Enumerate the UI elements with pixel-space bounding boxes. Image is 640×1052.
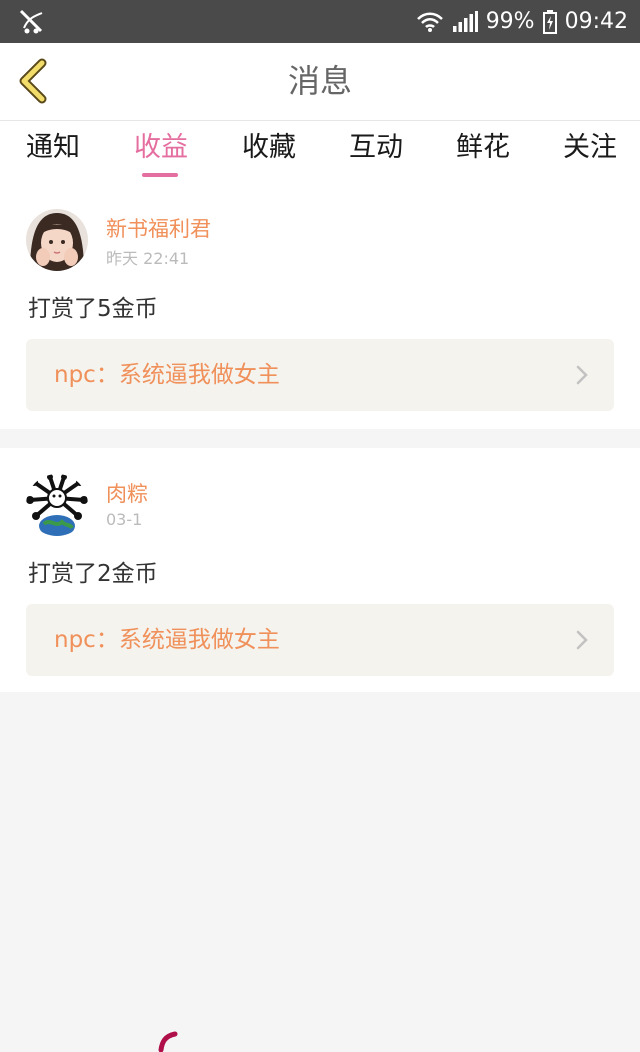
wifi-icon: [416, 12, 443, 32]
book-link[interactable]: npc：系统逼我做女主: [26, 339, 614, 411]
message-card: 新书福利君 昨天 22:41 打赏了5金币 npc：系统逼我做女主: [0, 183, 640, 429]
username[interactable]: 新书福利君: [106, 213, 211, 243]
decorative-mark: [158, 1031, 178, 1052]
chevron-right-icon: [576, 365, 588, 385]
username[interactable]: 肉粽: [106, 478, 148, 508]
tab-notifications[interactable]: 通知: [26, 121, 80, 183]
book-link[interactable]: npc：系统逼我做女主: [26, 604, 614, 676]
tab-follows[interactable]: 关注: [563, 121, 617, 183]
signal-icon: [452, 10, 478, 32]
book-title: npc：系统逼我做女主: [54, 627, 280, 653]
reward-text: 打赏了2金币: [28, 561, 158, 587]
app-notification-icon: [19, 9, 43, 34]
tab-flowers[interactable]: 鲜花: [456, 121, 510, 183]
page-title: 消息: [287, 62, 352, 100]
status-time: 09:42: [564, 9, 628, 34]
message-card: 肉粽 03-1 打赏了2金币 npc：系统逼我做女主: [0, 448, 640, 692]
message-time: 03-1: [106, 510, 143, 529]
avatar[interactable]: [26, 209, 88, 271]
status-bar: 99% 09:42: [0, 0, 640, 43]
book-title: npc：系统逼我做女主: [54, 362, 280, 388]
reward-text: 打赏了5金币: [28, 296, 158, 322]
tab-bar: 通知 收益 收藏 互动 鲜花 关注: [0, 121, 640, 183]
avatar[interactable]: [26, 474, 88, 536]
battery-percent: 99%: [485, 9, 535, 34]
header-bar: 消息: [0, 43, 640, 121]
battery-icon: [542, 9, 557, 34]
message-time: 昨天 22:41: [106, 249, 190, 268]
active-tab-indicator: [142, 173, 178, 177]
tab-favorites[interactable]: 收藏: [242, 121, 296, 183]
chevron-right-icon: [576, 630, 588, 650]
tab-interactions[interactable]: 互动: [349, 121, 403, 183]
